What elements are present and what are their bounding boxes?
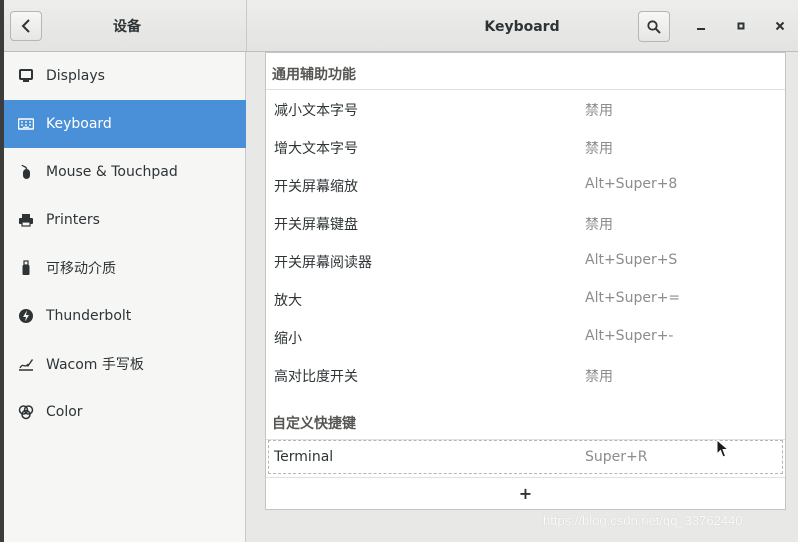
shortcut-accel: 禁用 bbox=[585, 141, 613, 157]
shortcut-accel: Alt+Super+= bbox=[585, 290, 681, 306]
sidebar-item-printers[interactable]: Printers bbox=[4, 196, 246, 244]
close-icon bbox=[775, 21, 785, 31]
sidebar-item-label: Color bbox=[46, 404, 83, 420]
sidebar-item-label: Thunderbolt bbox=[46, 308, 132, 324]
page-title: Keyboard bbox=[484, 19, 560, 35]
shortcut-accel: 禁用 bbox=[585, 369, 613, 385]
shortcut-row[interactable]: 开关屏幕缩放 Alt+Super+8 bbox=[266, 166, 785, 204]
shortcut-accel: 禁用 bbox=[585, 103, 613, 119]
add-shortcut-button[interactable]: + bbox=[266, 477, 785, 509]
shortcut-name: 开关屏幕缩放 bbox=[274, 179, 358, 195]
custom-shortcut-row[interactable]: Terminal Super+R bbox=[266, 439, 785, 477]
sidebar-item-mouse-touchpad[interactable]: Mouse & Touchpad bbox=[4, 148, 246, 196]
shortcut-accel: Alt+Super+- bbox=[585, 328, 674, 344]
minimize-button[interactable] bbox=[689, 14, 713, 38]
shortcuts-list: 通用辅助功能 减小文本字号 禁用 增大文本字号 禁用 开关屏幕缩放 Alt+Su… bbox=[265, 52, 786, 510]
shortcut-accel: Super+R bbox=[585, 449, 648, 465]
printer-icon bbox=[18, 212, 34, 228]
shortcut-name: 减小文本字号 bbox=[274, 103, 358, 119]
sidebar-item-wacom-tablet[interactable]: Wacom 手写板 bbox=[4, 340, 246, 388]
close-button[interactable] bbox=[768, 14, 792, 38]
sidebar-item-label: Displays bbox=[46, 68, 105, 84]
sidebar: Displays Keyboard Mouse & Touchpad Print… bbox=[4, 52, 246, 542]
shortcut-row[interactable]: 放大 Alt+Super+= bbox=[266, 280, 785, 318]
shortcut-name: 开关屏幕阅读器 bbox=[274, 255, 372, 271]
sidebar-item-label: Wacom 手写板 bbox=[46, 357, 144, 373]
watermark: https://blog.csdn.net/qq_33762440 bbox=[543, 513, 743, 528]
maximize-icon bbox=[737, 22, 745, 30]
keyboard-icon bbox=[18, 116, 34, 132]
shortcut-name: 缩小 bbox=[274, 331, 302, 347]
shortcut-accel: Alt+Super+8 bbox=[585, 176, 678, 192]
mouse-icon bbox=[18, 164, 34, 180]
sidebar-item-label: Printers bbox=[46, 212, 100, 228]
shortcut-accel: 禁用 bbox=[585, 217, 613, 233]
shortcut-row[interactable]: 高对比度开关 禁用 bbox=[266, 356, 785, 394]
color-icon bbox=[18, 404, 34, 420]
shortcut-row[interactable]: 开关屏幕阅读器 Alt+Super+S bbox=[266, 242, 785, 280]
sidebar-title: 设备 bbox=[113, 19, 141, 35]
sidebar-item-thunderbolt[interactable]: Thunderbolt bbox=[4, 292, 246, 340]
add-icon: + bbox=[518, 483, 533, 503]
shortcut-name: 放大 bbox=[274, 293, 302, 309]
main-content: 通用辅助功能 减小文本字号 禁用 增大文本字号 禁用 开关屏幕缩放 Alt+Su… bbox=[247, 52, 798, 542]
section-title-custom-shortcuts: 自定义快捷键 bbox=[272, 416, 356, 432]
minimize-icon bbox=[697, 28, 705, 30]
search-button[interactable] bbox=[638, 11, 670, 42]
display-icon bbox=[18, 68, 34, 84]
tablet-pen-icon bbox=[18, 356, 34, 372]
shortcut-name: Terminal bbox=[274, 449, 334, 465]
shortcut-row[interactable]: 增大文本字号 禁用 bbox=[266, 128, 785, 166]
shortcut-name: 开关屏幕键盘 bbox=[274, 217, 358, 233]
maximize-button[interactable] bbox=[729, 14, 753, 38]
sidebar-item-removable-media[interactable]: 可移动介质 bbox=[4, 244, 246, 292]
search-icon bbox=[647, 19, 661, 34]
shortcut-row[interactable]: 减小文本字号 禁用 bbox=[266, 90, 785, 128]
shortcut-name: 增大文本字号 bbox=[274, 141, 358, 157]
thunderbolt-icon bbox=[18, 308, 34, 324]
shortcut-accel: Alt+Super+S bbox=[585, 252, 678, 268]
sidebar-item-color[interactable]: Color bbox=[4, 388, 246, 436]
usb-drive-icon bbox=[18, 260, 34, 276]
section-title-accessibility: 通用辅助功能 bbox=[272, 67, 356, 83]
mouse-pointer-icon bbox=[716, 438, 730, 463]
shortcut-name: 高对比度开关 bbox=[274, 369, 358, 385]
sidebar-item-label: 可移动介质 bbox=[46, 261, 116, 277]
shortcut-row[interactable]: 缩小 Alt+Super+- bbox=[266, 318, 785, 356]
sidebar-item-label: Keyboard bbox=[46, 116, 112, 132]
sidebar-item-label: Mouse & Touchpad bbox=[46, 164, 178, 180]
header-bar: 设备 Keyboard bbox=[4, 0, 798, 52]
sidebar-item-keyboard[interactable]: Keyboard bbox=[4, 100, 246, 148]
sidebar-item-displays[interactable]: Displays bbox=[4, 52, 246, 100]
shortcut-row[interactable]: 开关屏幕键盘 禁用 bbox=[266, 204, 785, 242]
